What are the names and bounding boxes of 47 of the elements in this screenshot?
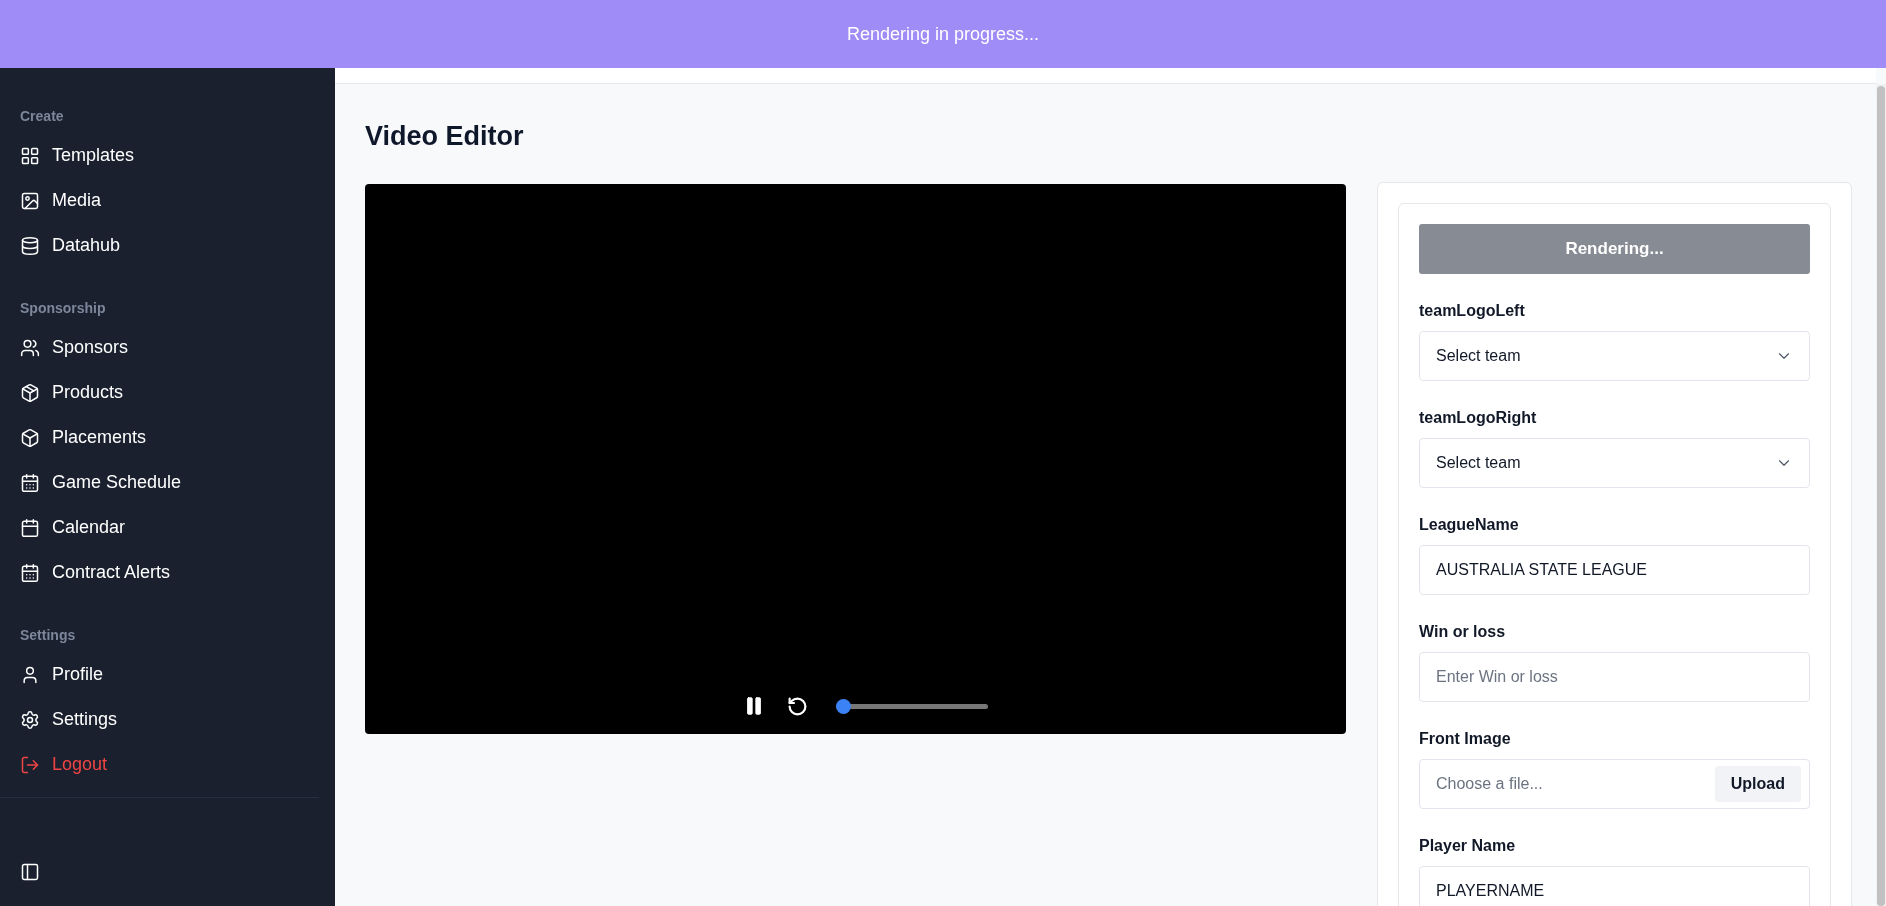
field-label: teamLogoLeft	[1419, 301, 1526, 321]
sidebar-item[interactable]: Templates	[10, 133, 325, 178]
field-label: Front Image	[1419, 729, 1512, 749]
sidebar-toggle-icon[interactable]	[20, 862, 40, 882]
team-select[interactable]: Select team	[1419, 331, 1810, 381]
section-heading: Create	[19, 107, 65, 126]
calendar-icon	[20, 517, 40, 538]
sidebar-item[interactable]: Products	[10, 370, 325, 415]
package-icon	[20, 382, 40, 403]
page-title: Video Editor	[365, 120, 525, 152]
field-label: teamLogoRight	[1419, 408, 1538, 428]
restart-icon	[787, 695, 808, 717]
team-select[interactable]: Select team	[1419, 438, 1810, 488]
sidebar-item[interactable]: Logout	[10, 742, 325, 787]
logout-icon	[20, 754, 40, 775]
section-heading: Sponsorship	[19, 299, 107, 318]
settings-icon	[20, 709, 40, 730]
sidebar-item[interactable]: Media	[10, 178, 325, 223]
calendar-icon	[20, 472, 40, 493]
section-heading: Settings	[19, 626, 77, 645]
text-field[interactable]: Enter Win or loss	[1419, 652, 1810, 702]
user-icon	[20, 664, 40, 685]
seek-slider[interactable]	[836, 698, 988, 714]
field-label: Win or loss	[1419, 622, 1507, 642]
text-field[interactable]: AUSTRALIA STATE LEAGUE	[1419, 545, 1810, 595]
database-icon	[20, 235, 40, 256]
field-label: LeagueName	[1419, 515, 1520, 535]
upload-button[interactable]: Upload	[1714, 766, 1801, 802]
sidebar-item[interactable]: Datahub	[10, 223, 325, 268]
restart-button[interactable]	[787, 695, 808, 717]
calendar-icon	[20, 562, 40, 583]
sidebar-item[interactable]: Game Schedule	[10, 460, 325, 505]
sidebar-item[interactable]: Profile	[10, 652, 325, 697]
sidebar-item[interactable]: Placements	[10, 415, 325, 460]
sidebar-item[interactable]: Sponsors	[10, 325, 325, 370]
sidebar-item[interactable]: Calendar	[10, 505, 325, 550]
text-field[interactable]: PLAYERNAME	[1419, 866, 1810, 906]
file-field[interactable]: Choose a file... Upload	[1419, 759, 1810, 809]
users-icon	[20, 337, 40, 358]
grid-icon	[20, 145, 40, 166]
image-icon	[20, 190, 40, 211]
box-icon	[20, 427, 40, 448]
seek-thumb[interactable]	[836, 698, 851, 714]
status-banner: Rendering in progress...	[0, 0, 1886, 68]
sidebar-item[interactable]: Settings	[10, 697, 325, 742]
sidebar-item[interactable]: Contract Alerts	[10, 550, 325, 595]
field-label: Player Name	[1419, 836, 1517, 856]
